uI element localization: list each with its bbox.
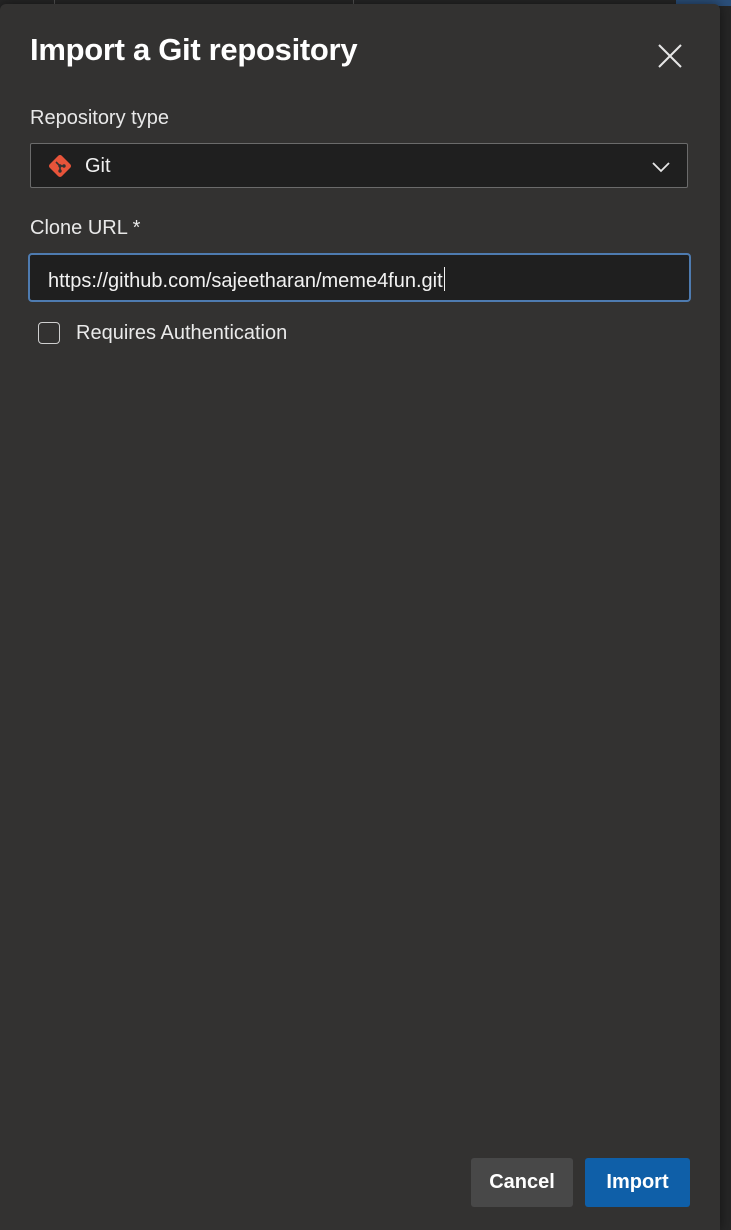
checkbox-box[interactable] bbox=[38, 322, 60, 344]
requires-authentication-label: Requires Authentication bbox=[76, 321, 288, 344]
dialog-title: Import a Git repository bbox=[30, 32, 358, 67]
clone-url-input[interactable]: https://github.com/sajeetharan/meme4fun.… bbox=[28, 253, 691, 302]
clone-url-value: https://github.com/sajeetharan/meme4fun.… bbox=[48, 270, 443, 292]
import-repository-dialog: Import a Git repository Repository type … bbox=[0, 4, 720, 1230]
cancel-button[interactable]: Cancel bbox=[471, 1158, 573, 1207]
text-caret bbox=[443, 267, 445, 291]
chevron-down-icon bbox=[652, 162, 670, 173]
repository-type-dropdown[interactable]: Git bbox=[30, 143, 688, 188]
import-button[interactable]: Import bbox=[585, 1158, 690, 1207]
close-button[interactable] bbox=[652, 38, 688, 74]
repository-type-label: Repository type bbox=[30, 107, 169, 129]
git-icon bbox=[49, 155, 71, 177]
clone-url-label: Clone URL * bbox=[30, 217, 141, 239]
requires-authentication-checkbox[interactable]: Requires Authentication bbox=[38, 318, 287, 348]
close-icon bbox=[658, 44, 682, 68]
repository-type-value: Git bbox=[85, 155, 111, 177]
